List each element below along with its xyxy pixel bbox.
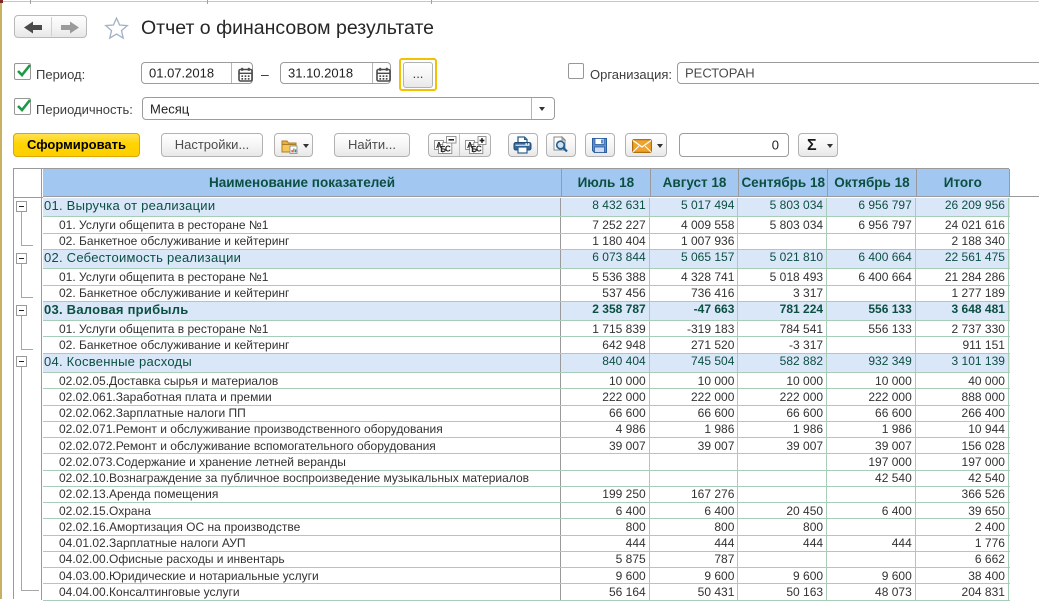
svg-text:С: С [476,145,482,154]
svg-text:С: С [445,145,451,154]
